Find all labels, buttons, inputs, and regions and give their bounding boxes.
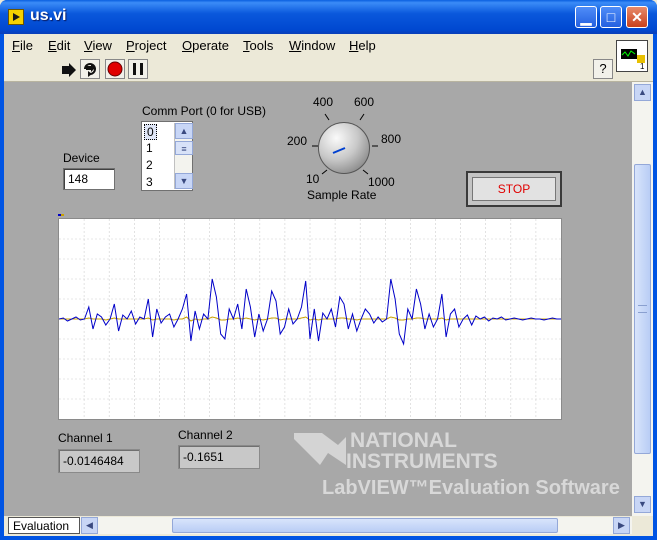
window-title: us.vi bbox=[30, 7, 67, 24]
stop-button[interactable]: STOP bbox=[466, 171, 562, 207]
scroll-up-icon[interactable]: ▲ bbox=[175, 123, 193, 139]
front-panel: Device 148 Comm Port (0 for USB) 0 1 2 3… bbox=[4, 82, 632, 516]
evaluation-tab[interactable]: Evaluation bbox=[8, 517, 80, 534]
abort-icon[interactable] bbox=[105, 59, 125, 79]
menu-window[interactable]: Window bbox=[289, 38, 335, 53]
list-item[interactable]: 2 bbox=[146, 158, 153, 172]
waveform-chart[interactable] bbox=[58, 218, 562, 420]
vertical-scrollbar[interactable]: ▲ ▼ bbox=[632, 82, 653, 516]
scroll-left-icon[interactable]: ◀ bbox=[81, 517, 98, 534]
menu-edit[interactable]: Edit bbox=[48, 38, 70, 53]
menu-operate[interactable]: Operate bbox=[182, 38, 229, 53]
run-continuously-icon[interactable] bbox=[80, 59, 100, 79]
run-arrow-icon[interactable] bbox=[58, 59, 78, 79]
sample-rate-label: Sample Rate bbox=[307, 188, 377, 202]
labview-vi-icon[interactable] bbox=[8, 9, 24, 25]
menu-project[interactable]: Project bbox=[126, 38, 166, 53]
title-bar[interactable]: us.vi ▁ □ ✕ bbox=[0, 0, 657, 34]
menu-help[interactable]: Help bbox=[349, 38, 376, 53]
comm-port-label: Comm Port (0 for USB) bbox=[142, 104, 267, 118]
close-icon[interactable]: ✕ bbox=[626, 6, 648, 28]
list-item[interactable]: 1 bbox=[146, 141, 153, 155]
chart-plot-area bbox=[58, 219, 561, 419]
maximize-icon[interactable]: □ bbox=[600, 6, 622, 28]
scroll-down-icon[interactable]: ▼ bbox=[634, 496, 651, 513]
vertical-scroll-thumb[interactable] bbox=[634, 164, 651, 454]
pause-icon[interactable] bbox=[128, 59, 148, 79]
list-item[interactable]: 3 bbox=[146, 175, 153, 189]
horizontal-scroll-thumb[interactable] bbox=[172, 518, 558, 533]
menu-file[interactable]: File bbox=[12, 38, 33, 53]
horizontal-scrollbar[interactable]: ◀ ▶ bbox=[80, 517, 632, 534]
device-input[interactable]: 148 bbox=[63, 168, 115, 190]
menu-tools[interactable]: Tools bbox=[243, 38, 273, 53]
list-item[interactable]: 0 bbox=[144, 124, 157, 140]
sample-rate-knob[interactable] bbox=[318, 122, 370, 174]
channel1-label: Channel 1 bbox=[58, 431, 113, 445]
watermark-labview: LabVIEW™Evaluation Software bbox=[322, 477, 620, 499]
vi-connector-icon[interactable]: 1 bbox=[616, 40, 648, 72]
comm-port-listbox[interactable]: 0 1 2 3 ▲ ≡ ▼ bbox=[141, 121, 193, 191]
menu-view[interactable]: View bbox=[84, 38, 112, 53]
window: us.vi ▁ □ ✕ File Edit View Project Opera… bbox=[0, 0, 657, 540]
device-label: Device bbox=[63, 151, 100, 165]
ni-eagle-icon bbox=[294, 433, 346, 465]
client-area: File Edit View Project Operate Tools Win… bbox=[4, 34, 653, 536]
menu-bar: File Edit View Project Operate Tools Win… bbox=[4, 34, 653, 56]
channel2-label: Channel 2 bbox=[178, 428, 233, 442]
scroll-down-icon[interactable]: ▼ bbox=[175, 173, 193, 189]
minimize-icon[interactable]: ▁ bbox=[575, 6, 597, 28]
channel2-value: -0.1651 bbox=[178, 445, 260, 469]
stop-button-label: STOP bbox=[472, 177, 556, 201]
channel1-value: -0.0146484 bbox=[58, 449, 140, 473]
scroll-up-icon[interactable]: ▲ bbox=[634, 84, 651, 101]
listbox-scrollbar[interactable]: ▲ ≡ ▼ bbox=[174, 123, 193, 189]
toolbar: ? 1 bbox=[4, 40, 653, 82]
scroll-thumb[interactable]: ≡ bbox=[175, 141, 193, 155]
scroll-right-icon[interactable]: ▶ bbox=[613, 517, 630, 534]
vi-icon-label: 1 bbox=[640, 62, 645, 71]
status-bar: Evaluation ◀ ▶ bbox=[4, 516, 653, 536]
context-help-button[interactable]: ? bbox=[593, 59, 613, 79]
watermark-instruments: INSTRUMENTS bbox=[346, 450, 498, 473]
